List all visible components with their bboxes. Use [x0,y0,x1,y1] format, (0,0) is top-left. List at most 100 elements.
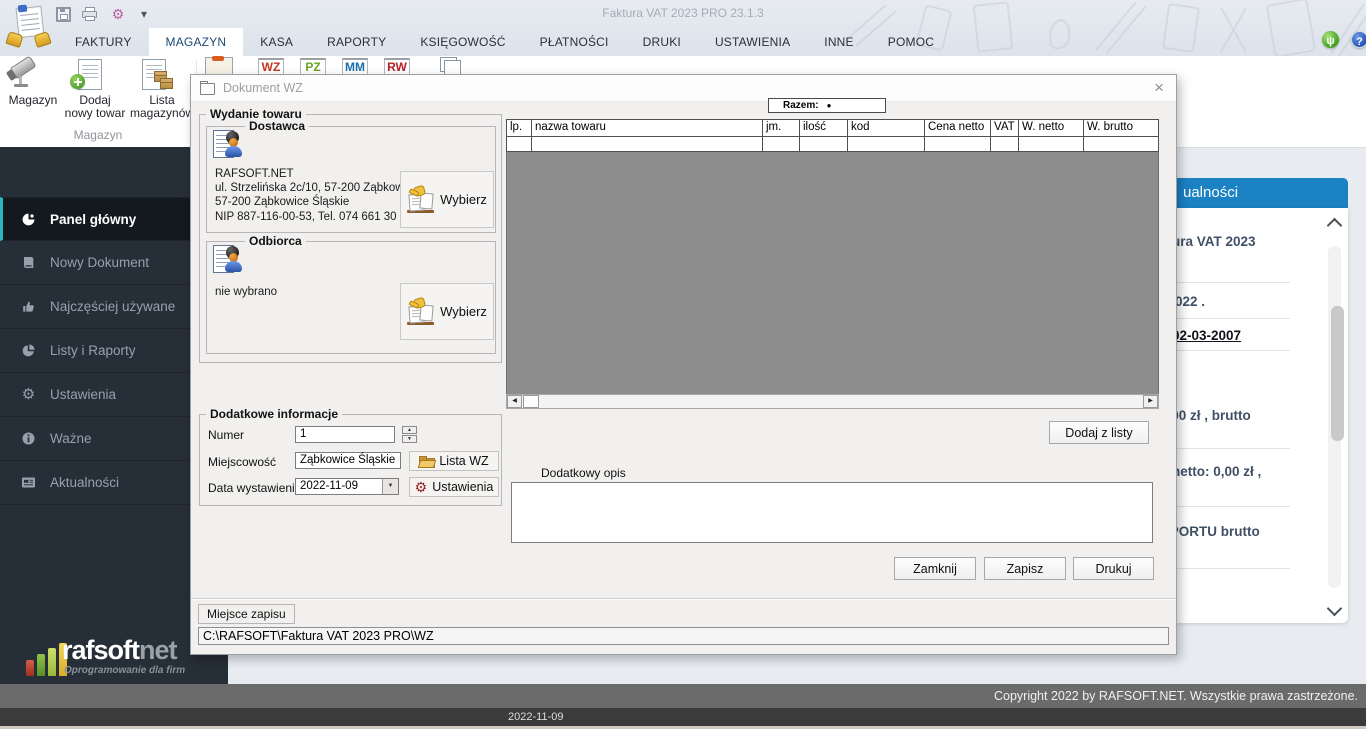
column-header-kod[interactable]: kod [848,120,925,136]
supplier-title: Dostawca [245,119,309,133]
gears-icon: ⚙ [20,387,37,402]
barcode-scanner-icon [4,58,62,92]
drukuj-button[interactable]: Drukuj [1073,557,1154,580]
zapisz-button[interactable]: Zapisz [984,557,1066,580]
recipient-choose-button[interactable]: Wybierz [400,283,494,340]
number-input[interactable]: 1 [295,426,395,443]
tab-inne[interactable]: INNE [807,28,870,56]
doc-button-mm[interactable]: MM [342,58,368,75]
scroll-right-icon[interactable]: ▶ [1143,395,1158,408]
dialog-title-bar[interactable]: Dokument WZ × [191,75,1176,102]
divider [1158,282,1290,283]
grid-empty-row[interactable] [506,137,1159,152]
column-header-cena-netto[interactable]: Cena netto [925,120,991,136]
column-header-vat[interactable]: VAT [991,120,1019,136]
sidebar-item-label: Panel główny [50,212,136,227]
status-date: 2022-11-09 [508,711,563,723]
ribbon-button-magazyn[interactable]: Magazyn [4,58,62,107]
sidebar-item-label: Najczęściej używane [50,299,175,314]
scrollbar-track[interactable] [1328,246,1341,588]
ustawienia-button[interactable]: ⚙ Ustawienia [409,477,499,497]
column-header-jm[interactable]: jm. [763,120,800,136]
save-location-label: Miejsce zapisu [198,604,295,624]
lista-wz-label: Lista WZ [439,454,488,468]
add-product-icon [64,58,126,92]
supplier-choose-button[interactable]: Wybierz [400,171,494,228]
combo-dropdown-icon[interactable]: ▼ [382,479,398,494]
tab-faktury[interactable]: FAKTURY [58,28,149,56]
total-box: Razem: ● [768,98,886,113]
window-title: Faktura VAT 2023 PRO 23.1.3 [0,6,1366,20]
dashboard-icon [20,212,37,227]
date-label: Data wystawienia [208,481,301,495]
group-dostawca: Dostawca RAFSOFT.NET ul. Strzelińska 2c/… [206,126,496,233]
description-label: Dodatkowy opis [541,466,626,480]
city-label: Miejscowość [208,455,276,469]
save-path-field[interactable]: C:\RAFSOFT\Faktura VAT 2023 PRO\WZ [198,627,1169,645]
total-label: Razem: [783,100,819,111]
city-input[interactable]: Ząbkowice Śląskie [295,452,401,469]
tab-kasa[interactable]: KASA [243,28,310,56]
spin-down-icon[interactable]: ▼ [402,435,417,443]
grid-hscrollbar[interactable]: ◀ ▶ [506,394,1159,409]
scroll-left-icon[interactable]: ◀ [507,395,522,408]
lista-wz-button[interactable]: Lista WZ [409,451,499,471]
tab-ustawienia[interactable]: USTAWIENIA [698,28,807,56]
doc-button-wz[interactable]: WZ [258,58,284,75]
add-from-list-button[interactable]: Dodaj z listy [1049,421,1149,444]
logo-suffix: net [139,635,177,665]
ribbon-button-lista-magazynow[interactable]: Lista magazynów [130,58,194,120]
sidebar-item-label: Aktualności [50,475,119,490]
tab-platnosci[interactable]: PŁATNOŚCI [523,28,626,56]
column-header-w-netto[interactable]: W. netto [1019,120,1084,136]
column-header-lp[interactable]: lp. [507,120,532,136]
news-scrollbar[interactable] [1325,218,1345,616]
column-header-w-brutto[interactable]: W. brutto [1084,120,1156,136]
hscroll-thumb[interactable] [523,395,539,408]
number-spinner[interactable]: ▲ ▼ [402,426,417,443]
column-header-ilosc[interactable]: ilość [800,120,848,136]
date-value: 2022-11-09 [300,480,358,492]
clipboard-icon[interactable] [205,57,233,75]
news-panel: ualności ktura VAT 2023 l 2022 . 02-03-2… [1150,178,1348,623]
number-label: Numer [208,428,244,442]
sidebar-item-label: Ważne [50,431,92,446]
grid-empty-area [506,152,1159,398]
copyright-bar: Copyright 2022 by RAFSOFT.NET. Wszystkie… [0,684,1366,708]
extra-info-title: Dodatkowe informacje [206,407,342,421]
scroll-up-icon[interactable] [1327,218,1343,234]
tab-ksiegowosc[interactable]: KSIĘGOWOŚĆ [403,28,522,56]
column-header-nazwa-towaru[interactable]: nazwa towaru [532,120,763,136]
divider [191,598,1176,600]
doc-button-rw[interactable]: RW [384,58,410,75]
copy-pages-icon[interactable] [440,57,462,73]
recipient-title: Odbiorca [245,234,306,248]
spin-up-icon[interactable]: ▲ [402,426,417,434]
scroll-down-icon[interactable] [1327,601,1343,617]
date-combobox[interactable]: 2022-11-09 ▼ [295,478,399,495]
description-textarea[interactable] [511,482,1153,543]
status-bar: 2022-11-09 [0,708,1366,726]
scrollbar-thumb[interactable] [1331,306,1344,441]
ribbon-group-label: Magazyn [0,128,196,142]
divider [1158,568,1290,569]
menu-tab-bar: FAKTURY MAGAZYN KASA RAPORTY KSIĘGOWOŚĆ … [58,28,951,56]
help-icon[interactable]: ? [1351,31,1366,48]
tab-druki[interactable]: DRUKI [626,28,698,56]
doc-button-pz[interactable]: PZ [300,58,326,75]
tab-pomoc[interactable]: POMOC [871,28,951,56]
zamknij-button[interactable]: Zamknij [894,557,976,580]
news-panel-header: ualności [1150,178,1348,208]
tab-raporty[interactable]: RAPORTY [310,28,403,56]
info-icon [20,431,37,446]
sidebar-item-label: Ustawienia [50,387,116,402]
online-status-icon[interactable]: ψ [1322,31,1339,48]
recipient-value: nie wybrano [215,285,277,299]
close-icon[interactable]: × [1154,77,1164,99]
sidebar-item-label: Nowy Dokument [50,255,149,270]
ribbon-button-dodaj-nowy-towar[interactable]: Dodaj nowy towar [64,58,126,120]
news-date-link[interactable]: 02-03-2007 [1172,328,1241,343]
grid-header-row: lp. nazwa towaru jm. ilość kod Cena nett… [506,119,1159,137]
tab-magazyn[interactable]: MAGAZYN [149,28,244,56]
warehouse-list-icon [130,58,194,92]
